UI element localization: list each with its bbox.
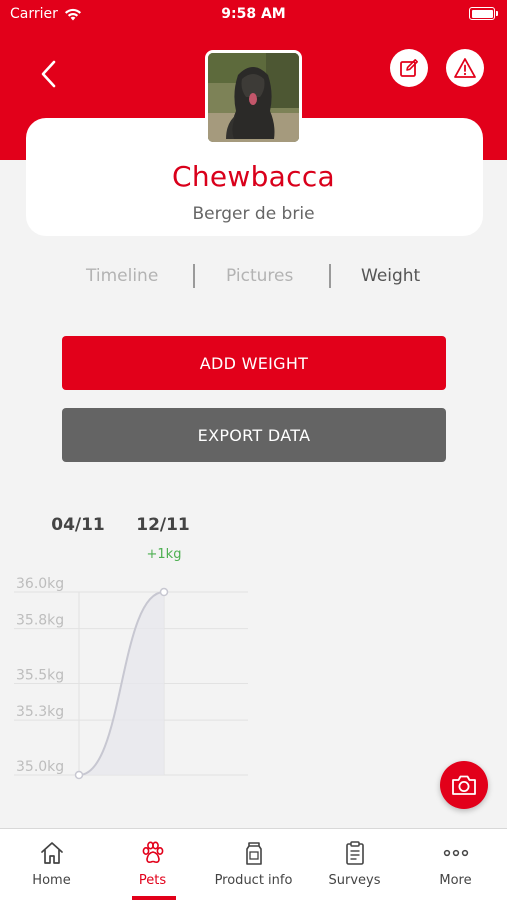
tab-pictures[interactable]: Pictures — [226, 266, 293, 286]
more-icon — [443, 849, 468, 857]
tab-divider — [193, 264, 195, 288]
y-tick-label: 35.8kg — [16, 613, 64, 629]
tabbar-label-pets: Pets — [138, 873, 167, 888]
tabbar-item-more[interactable]: More — [405, 829, 506, 900]
clipboard-icon — [345, 841, 364, 865]
clock: 9:58 AM — [221, 6, 286, 22]
pet-breed: Berger de brie — [192, 204, 315, 224]
tabbar-item-home[interactable]: Home — [1, 829, 102, 900]
paw-icon — [142, 841, 163, 863]
weight-chart: 36.0kg 35.8kg 35.5kg 35.3kg 35.0kg 04/11 12/11… — [0, 500, 507, 820]
x-date-label: 04/11 — [51, 515, 105, 535]
tabbar-label-surveys: Surveys — [328, 873, 381, 888]
warning-icon — [454, 58, 476, 78]
product-icon — [245, 842, 262, 865]
status-bar: Carrier 9:58 AM — [0, 0, 507, 28]
x-date-label: 12/11 — [136, 515, 190, 535]
home-icon — [40, 842, 63, 864]
add-weight-button[interactable]: ADD WEIGHT — [62, 336, 446, 390]
tabbar-item-pets[interactable]: Pets — [102, 829, 203, 900]
dog-photo — [208, 53, 299, 142]
pet-avatar — [205, 50, 302, 145]
battery-icon — [469, 7, 498, 20]
active-tab-indicator — [132, 896, 176, 900]
camera-button[interactable] — [440, 761, 488, 809]
weight-chart-svg: 36.0kg 35.8kg 35.5kg 35.3kg 35.0kg 04/11 12/11… — [14, 515, 248, 780]
export-data-button[interactable]: EXPORT DATA — [62, 408, 446, 462]
report-button[interactable] — [446, 49, 484, 87]
y-tick-label: 36.0kg — [16, 576, 64, 592]
tab-timeline[interactable]: Timeline — [86, 266, 158, 286]
edit-icon — [400, 59, 418, 77]
tabbar-label-more: More — [439, 873, 472, 888]
data-point — [159, 587, 169, 597]
y-tick-label: 35.3kg — [16, 704, 64, 720]
pet-name: Chewbacca — [171, 160, 335, 193]
bottom-tab-bar: Home Pets Product info Surveys More — [0, 828, 507, 900]
y-tick-label: 35.0kg — [16, 759, 64, 775]
back-button[interactable] — [34, 56, 68, 92]
tab-weight[interactable]: Weight — [361, 266, 420, 286]
edit-pet-button[interactable] — [390, 49, 428, 87]
pet-tabs: Timeline Pictures Weight — [0, 262, 507, 292]
chevron-left-icon — [41, 60, 56, 88]
tabbar-item-surveys[interactable]: Surveys — [304, 829, 405, 900]
data-point — [74, 770, 84, 780]
camera-icon — [452, 775, 476, 795]
tab-divider — [329, 264, 331, 288]
tabbar-label-home: Home — [32, 873, 71, 888]
y-tick-label: 35.5kg — [16, 668, 64, 684]
weight-delta-label: +1kg — [147, 547, 182, 562]
tabbar-label-product-info: Product info — [214, 873, 293, 888]
tabbar-item-product-info[interactable]: Product info — [203, 829, 304, 900]
